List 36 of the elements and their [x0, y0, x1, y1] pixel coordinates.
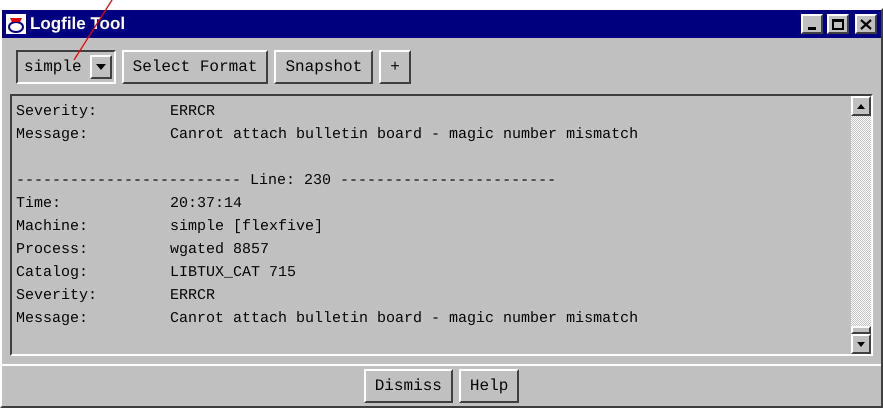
- log-label: Message:: [16, 309, 90, 329]
- log-label: Catalog:: [16, 263, 90, 283]
- minimize-button[interactable]: [801, 14, 823, 34]
- log-separator: ------------------------- Line: 230 ------------------------: [16, 171, 556, 191]
- scroll-down-button[interactable]: [851, 334, 871, 354]
- maximize-icon: [832, 18, 844, 30]
- scroll-up-button[interactable]: [851, 96, 871, 116]
- scrollbar[interactable]: [851, 96, 871, 354]
- log-value: ERRCR: [170, 102, 216, 122]
- up-arrow-icon: [857, 104, 865, 108]
- log-value: LIBTUX_CAT 715: [170, 263, 296, 283]
- down-arrow-icon: [857, 342, 865, 346]
- format-select[interactable]: simple: [16, 50, 116, 84]
- log-label: Severity:: [16, 102, 98, 122]
- scroll-thumb[interactable]: [851, 326, 871, 334]
- app-icon: [6, 14, 26, 34]
- log-label: Time:: [16, 194, 62, 214]
- log-value: wgated 8857: [170, 240, 270, 260]
- close-button[interactable]: [855, 14, 877, 34]
- dialog-button[interactable]: Dismiss: [364, 369, 453, 403]
- log-value: ERRCR: [170, 286, 216, 306]
- log-label: Severity:: [16, 286, 98, 306]
- toolbar-button[interactable]: +: [379, 50, 411, 84]
- log-value: 20:37:14: [170, 194, 242, 214]
- close-icon: [860, 18, 872, 30]
- dialog-button[interactable]: Help: [458, 369, 520, 403]
- log-label: Message:: [16, 125, 90, 145]
- log-value: Canrot attach bulletin board - magic number mismatch: [170, 125, 638, 145]
- log-value: simple [flexfive]: [170, 217, 324, 237]
- maximize-button[interactable]: [827, 14, 849, 34]
- toolbar-button[interactable]: Snapshot: [274, 50, 374, 84]
- toolbar-button[interactable]: Select Format: [122, 50, 268, 84]
- log-label: Process:: [16, 240, 90, 260]
- log-label: Machine:: [16, 217, 90, 237]
- log-value: Canrot attach bulletin board - magic number mismatch: [170, 309, 638, 329]
- minimize-icon: [808, 27, 816, 30]
